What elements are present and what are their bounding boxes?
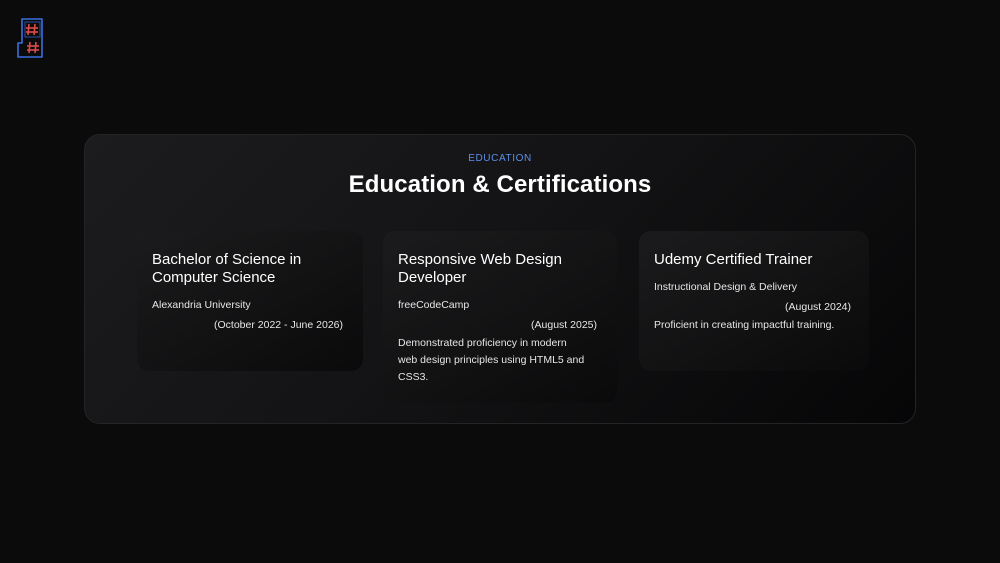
certification-card: Responsive Web Design Developer freeCode… [383, 231, 617, 403]
card-title: Bachelor of Science in Computer Science [152, 251, 302, 286]
card-description: Proficient in creating impactful trainin… [654, 319, 835, 331]
certification-card: Udemy Certified Trainer Instructional De… [639, 231, 869, 371]
card-title: Responsive Web Design Developer [398, 251, 562, 286]
education-card: Bachelor of Science in Computer Science … [137, 231, 363, 371]
section-title: Education & Certifications [348, 171, 652, 198]
site-logo[interactable] [16, 17, 48, 59]
education-section: EDUCATION Education & Certifications Bac… [84, 134, 916, 424]
page: EDUCATION Education & Certifications Bac… [0, 0, 1000, 563]
hash-grid-logo-icon [17, 18, 43, 58]
card-issuer: freeCodeCamp [398, 299, 470, 311]
card-issuer: Instructional Design & Delivery [654, 281, 797, 293]
card-date: (August 2024) [785, 301, 851, 313]
card-title: Udemy Certified Trainer [654, 251, 813, 268]
card-description: Demonstrated proficiency in modern web d… [398, 337, 585, 383]
card-issuer: Alexandria University [152, 299, 251, 311]
section-eyebrow: EDUCATION [468, 153, 532, 164]
card-date: (August 2025) [531, 319, 597, 331]
card-date: (October 2022 - June 2026) [214, 319, 343, 331]
